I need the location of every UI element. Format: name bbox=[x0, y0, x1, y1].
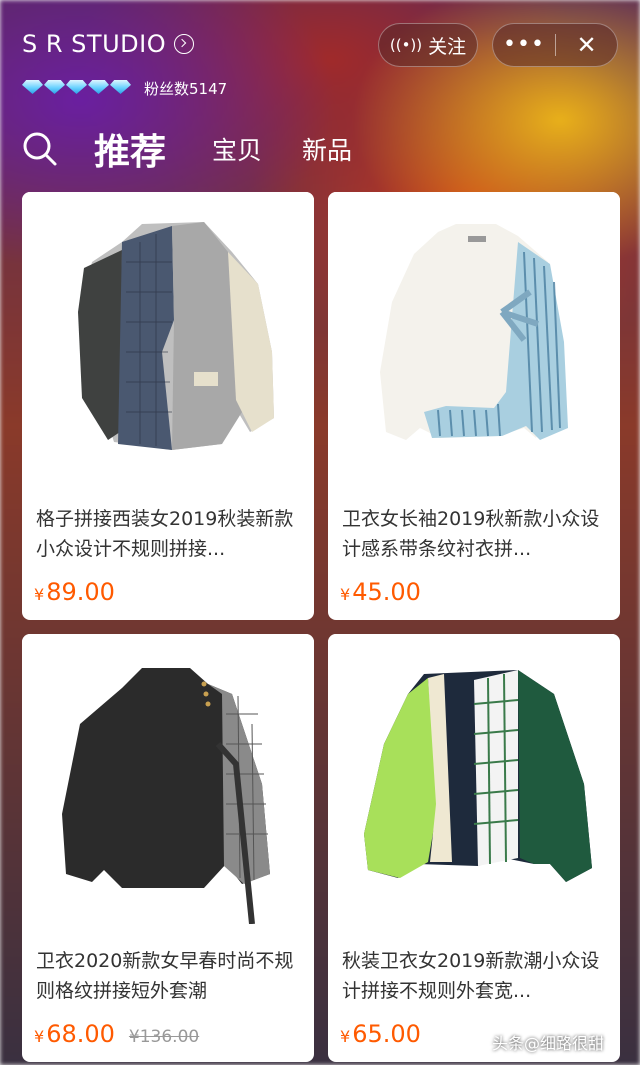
watermark: 头条@细路很甜 bbox=[492, 1034, 605, 1053]
currency-symbol: ¥ bbox=[340, 1027, 351, 1046]
currency-symbol: ¥ bbox=[34, 1027, 45, 1046]
product-card[interactable]: 秋装卫衣女2019新款潮小众设计拼接不规则外套宽... ¥ 65.00 bbox=[328, 634, 620, 1062]
product-title: 格子拼接西装女2019秋装新款小众设计不规则拼接... bbox=[36, 508, 294, 560]
price-value: 65.00 bbox=[352, 1020, 421, 1048]
product-card[interactable]: 卫衣2020新款女早春时尚不规则格纹拼接短外套潮 ¥ 68.00 ¥136.00 bbox=[22, 634, 314, 1062]
original-price: ¥136.00 bbox=[128, 1027, 200, 1047]
product-title: 卫衣女长袖2019秋新款小众设计感系带条纹衬衣拼... bbox=[342, 508, 600, 560]
product-price: ¥ 68.00 ¥136.00 bbox=[34, 1020, 199, 1048]
product-price: ¥ 65.00 bbox=[340, 1020, 421, 1048]
product-card[interactable]: 卫衣女长袖2019秋新款小众设计感系带条纹衬衣拼... ¥ 45.00 bbox=[328, 192, 620, 620]
currency-symbol: ¥ bbox=[340, 585, 351, 604]
product-card[interactable]: 格子拼接西装女2019秋装新款小众设计不规则拼接... ¥ 89.00 bbox=[22, 192, 314, 620]
price-value: 45.00 bbox=[352, 578, 421, 606]
product-image bbox=[22, 192, 314, 482]
product-image bbox=[22, 634, 314, 924]
product-image bbox=[328, 192, 620, 482]
currency-symbol: ¥ bbox=[34, 585, 45, 604]
product-price: ¥ 89.00 bbox=[34, 578, 115, 606]
product-price: ¥ 45.00 bbox=[340, 578, 421, 606]
price-value: 89.00 bbox=[46, 578, 115, 606]
product-image bbox=[328, 634, 620, 924]
product-title: 卫衣2020新款女早春时尚不规则格纹拼接短外套潮 bbox=[36, 950, 294, 1002]
product-title: 秋装卫衣女2019新款潮小众设计拼接不规则外套宽... bbox=[342, 950, 600, 1002]
price-value: 68.00 bbox=[46, 1020, 115, 1048]
product-grid: 格子拼接西装女2019秋装新款小众设计不规则拼接... ¥ 89.00 卫衣女长… bbox=[0, 0, 640, 1065]
